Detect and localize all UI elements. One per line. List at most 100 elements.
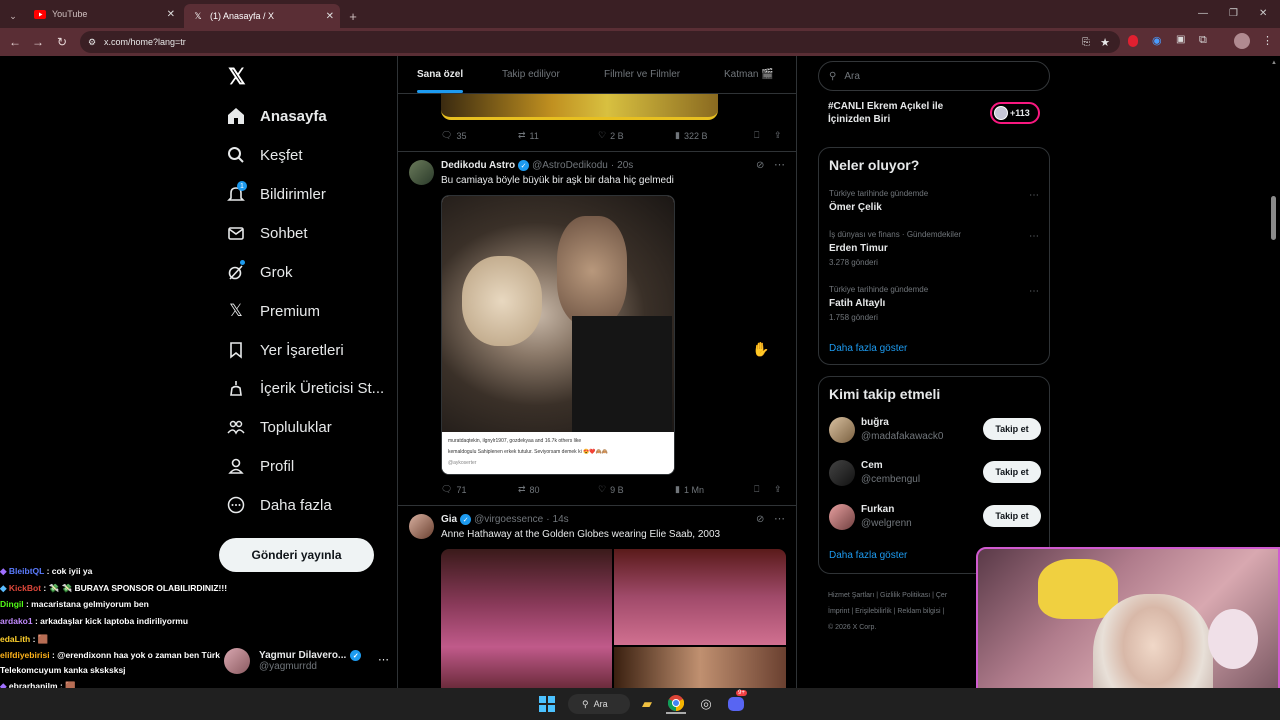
browser-tab-strip: ⌄ YouTube ✕ 𝕏 (1) Anasayfa / X ✕ + — ❐ ✕ <box>0 0 1280 28</box>
bookmark-icon <box>226 340 246 360</box>
views-button[interactable]: ▮ 1 Mn <box>675 484 704 495</box>
share-button[interactable]: ⇪ <box>774 484 782 495</box>
scrollbar-thumb[interactable] <box>1271 196 1276 240</box>
tweet-media-grid[interactable] <box>441 549 786 688</box>
live-space-button[interactable]: +113 <box>990 102 1040 124</box>
sidebar-item-more[interactable]: Daha fazla <box>226 491 332 519</box>
reload-button[interactable]: ↻ <box>50 35 74 49</box>
grok-action-icon[interactable]: ⊘ <box>756 514 764 525</box>
tab-following[interactable]: Takip ediliyor <box>502 69 560 80</box>
more-options-icon[interactable]: ⋯ <box>774 158 785 171</box>
media-photo[interactable] <box>614 647 786 688</box>
trend-name[interactable]: Ömer Çelik <box>829 202 882 213</box>
tweet-time[interactable]: 14s <box>553 514 569 525</box>
extension-icon[interactable]: ◉ <box>1152 34 1162 47</box>
minimize-button[interactable]: — <box>1198 0 1208 28</box>
follow-suggestion[interactable]: buğra @madafakawack0 Takip et <box>829 415 1041 445</box>
tab-x[interactable]: 𝕏 (1) Anasayfa / X ✕ <box>184 4 340 28</box>
more-options-icon[interactable]: ⋯ <box>1029 286 1039 297</box>
close-icon[interactable]: ✕ <box>326 11 334 22</box>
trend-name[interactable]: Fatih Altaylı <box>829 298 885 309</box>
search-input[interactable]: ⚲ Ara <box>818 61 1050 91</box>
repost-button[interactable]: ⇄ 11 <box>518 130 539 141</box>
discord-icon[interactable]: 9+ <box>726 690 747 714</box>
address-bar[interactable]: ⚙ x.com/home?lang=tr ⎘ ★ <box>80 31 1120 53</box>
tab-list-button[interactable]: ⌄ <box>4 4 22 28</box>
media-photo[interactable] <box>614 549 786 645</box>
tweet-time[interactable]: 20s <box>617 160 633 171</box>
more-options-icon[interactable]: ⋯ <box>378 653 389 666</box>
extension-icon[interactable]: ▣ <box>1176 34 1185 45</box>
close-icon[interactable]: ✕ <box>167 9 175 20</box>
profile-avatar[interactable] <box>1234 33 1250 49</box>
post-button[interactable]: Gönderi yayınla <box>219 538 374 572</box>
sidebar-item-bookmarks[interactable]: Yer İşaretleri <box>226 336 344 364</box>
extensions-puzzle-icon[interactable]: ⧉ <box>1199 34 1207 47</box>
windows-start-icon[interactable] <box>537 694 557 714</box>
forward-button[interactable]: → <box>26 35 50 49</box>
sidebar-item-home[interactable]: Anasayfa <box>226 102 327 130</box>
tweet-image[interactable]: muratdaqtekin, ilgnylr1907, gozdekyaa an… <box>441 195 675 475</box>
tweet-media[interactable] <box>441 94 718 120</box>
menu-icon[interactable]: ⋮ <box>1262 34 1273 47</box>
follow-suggestion[interactable]: Furkan @welgrenn Takip et <box>829 502 1041 532</box>
views-button[interactable]: ▮ 322 B <box>675 130 707 141</box>
like-button[interactable]: ♡ 9 B <box>598 484 624 495</box>
tweet[interactable]: Gia ✓ @virgoessence · 14s ⊘ ⋯ Anne Hatha… <box>398 506 796 688</box>
more-options-icon[interactable]: ⋯ <box>774 512 785 525</box>
show-more-link[interactable]: Daha fazla göster <box>829 550 907 561</box>
trend-count: 3.278 gönderi <box>829 258 878 267</box>
bookmark-button[interactable]: ⎕ <box>754 130 759 141</box>
tab-youtube[interactable]: YouTube ✕ <box>26 2 181 26</box>
author-name[interactable]: Gia <box>441 514 457 525</box>
sidebar-item-explore[interactable]: Keşfet <box>226 141 303 169</box>
avatar[interactable] <box>409 160 434 185</box>
account-switcher[interactable]: Yagmur Dilavero... ✓ @yagmurrdd ⋯ <box>224 641 389 681</box>
bookmark-button[interactable]: ⎕ <box>754 484 759 495</box>
tweet[interactable]: Dedikodu Astro ✓ @AstroDedikodu · 20s ⊘ … <box>398 152 796 506</box>
tab-for-you[interactable]: Sana özel <box>417 69 463 80</box>
follow-button[interactable]: Takip et <box>983 461 1041 483</box>
sidebar-item-premium[interactable]: 𝕏 Premium <box>226 297 320 325</box>
new-tab-button[interactable]: + <box>342 4 364 28</box>
live-space-title[interactable]: #CANLI Ekrem Açıkel ile İçinizden Biri <box>828 100 988 126</box>
reply-button[interactable]: 🗨 71 <box>441 484 466 495</box>
site-info-icon[interactable]: ⚙ <box>88 37 96 48</box>
install-icon[interactable]: ⎘ <box>1082 37 1090 48</box>
sidebar-item-grok[interactable]: Grok <box>226 258 293 286</box>
restore-button[interactable]: ❐ <box>1229 0 1238 28</box>
chrome-icon[interactable] <box>666 694 686 714</box>
reply-button[interactable]: 🗨 35 <box>441 130 466 141</box>
sidebar-item-notifications[interactable]: 1 Bildirimler <box>226 180 326 208</box>
media-photo[interactable] <box>441 549 612 688</box>
grok-action-icon[interactable]: ⊘ <box>756 160 764 171</box>
star-icon[interactable]: ★ <box>1100 36 1110 49</box>
extension-icon[interactable] <box>1128 35 1138 47</box>
taskbar-search[interactable]: ⚲ Ara <box>568 694 630 714</box>
follow-suggestion[interactable]: Cem @cembengul Takip et <box>829 458 1041 488</box>
sidebar-item-profile[interactable]: Profil <box>226 452 294 480</box>
more-options-icon[interactable]: ⋯ <box>1029 190 1039 201</box>
follow-button[interactable]: Takip et <box>983 418 1041 440</box>
repost-button[interactable]: ⇄ 80 <box>518 484 540 495</box>
trend-name[interactable]: Erden Timur <box>829 243 888 254</box>
avatar[interactable] <box>409 514 434 539</box>
close-window-button[interactable]: ✕ <box>1259 0 1267 28</box>
follow-button[interactable]: Takip et <box>983 505 1041 527</box>
author-handle[interactable]: @AstroDedikodu <box>532 160 608 171</box>
x-logo-icon[interactable]: 𝕏 <box>228 64 246 90</box>
more-options-icon[interactable]: ⋯ <box>1029 231 1039 242</box>
tab-films[interactable]: Filmler ve Filmler <box>604 69 680 80</box>
share-button[interactable]: ⇪ <box>774 130 782 141</box>
sidebar-item-creator-studio[interactable]: İçerik Üreticisi St... <box>226 374 384 402</box>
author-name[interactable]: Dedikodu Astro <box>441 160 515 171</box>
back-button[interactable]: ← <box>3 35 27 49</box>
show-more-link[interactable]: Daha fazla göster <box>829 343 907 354</box>
file-explorer-icon[interactable]: ▰ <box>638 694 656 714</box>
like-button[interactable]: ♡ 2 B <box>598 130 624 141</box>
sidebar-item-communities[interactable]: Topluluklar <box>226 413 332 441</box>
tab-katman[interactable]: Katman 🎬 <box>724 69 774 80</box>
author-handle[interactable]: @virgoessence <box>474 514 543 525</box>
sidebar-item-messages[interactable]: Sohbet <box>226 219 308 247</box>
obs-icon[interactable]: ◎ <box>696 694 716 714</box>
